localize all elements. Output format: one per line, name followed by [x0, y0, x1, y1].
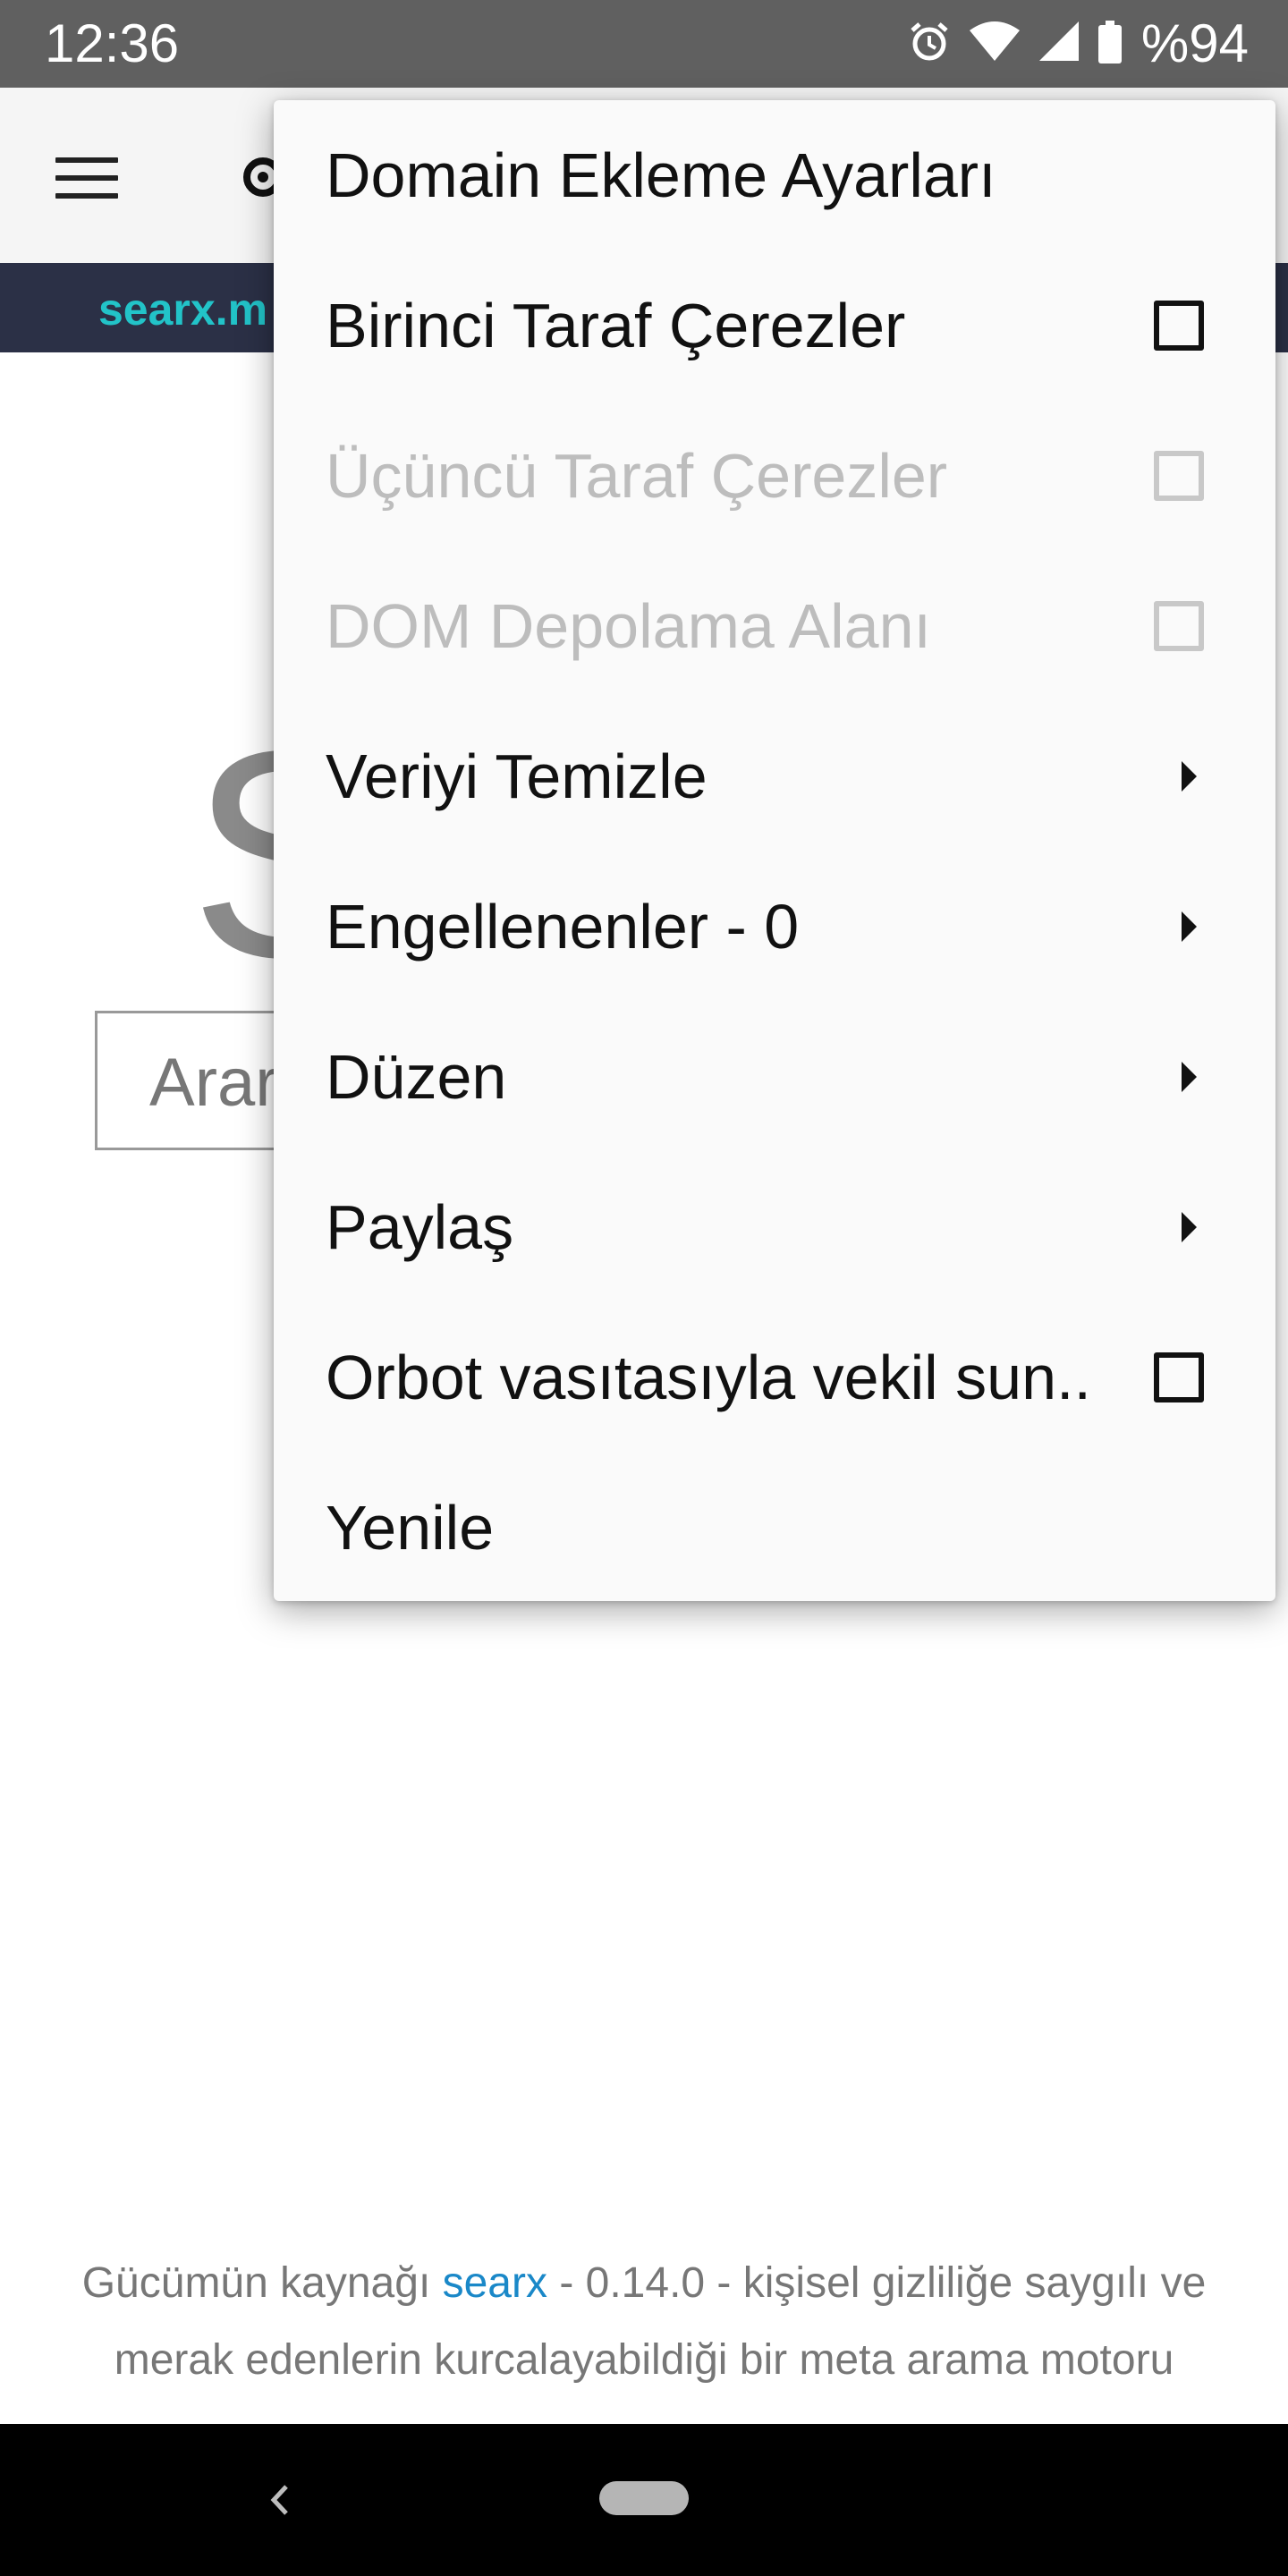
menu-item-clear-data[interactable]: Veriyi Temizle	[274, 701, 1275, 852]
status-time: 12:36	[45, 13, 180, 73]
alarm-icon	[909, 21, 950, 67]
menu-item-refresh[interactable]: Yenile	[274, 1453, 1275, 1603]
menu-item-label: Veriyi Temizle	[326, 741, 708, 811]
url-text[interactable]: searx.m	[98, 284, 267, 335]
menu-item-label: Yenile	[326, 1493, 495, 1563]
menu-item-label: Üçüncü Taraf Çerezler	[326, 441, 948, 511]
submenu-arrow-icon	[1182, 1212, 1197, 1242]
footer-line-1: Gücümün kaynağı searx - 0.14.0 - kişisel…	[0, 2245, 1288, 2322]
third-party-cookies-checkbox	[1154, 451, 1204, 501]
menu-item-label: Orbot vasıtasıyla vekil sun..	[326, 1343, 1091, 1412]
menu-item-blocked[interactable]: Engellenenler - 0	[274, 852, 1275, 1002]
search-placeholder: Arar	[149, 1045, 278, 1121]
navigation-bar	[0, 2424, 1288, 2576]
menu-item-orbot-proxy[interactable]: Orbot vasıtasıyla vekil sun..	[274, 1302, 1275, 1453]
orbot-proxy-checkbox[interactable]	[1154, 1352, 1204, 1402]
first-party-cookies-checkbox[interactable]	[1154, 301, 1204, 351]
battery-percentage: %94	[1140, 13, 1249, 73]
submenu-arrow-icon	[1182, 761, 1197, 792]
submenu-arrow-icon	[1182, 911, 1197, 942]
wifi-icon	[969, 21, 1020, 67]
menu-item-label: DOM Depolama Alanı	[326, 591, 931, 661]
menu-item-dom-storage: DOM Depolama Alanı	[274, 551, 1275, 701]
overflow-menu: Domain Ekleme Ayarları Birinci Taraf Çer…	[274, 100, 1275, 1601]
menu-item-label: Domain Ekleme Ayarları	[326, 140, 996, 210]
menu-item-label: Paylaş	[326, 1192, 514, 1262]
searx-link[interactable]: searx	[443, 2259, 547, 2307]
footer-line-2: merak edenlerin kurcalayabildiği bir met…	[114, 2336, 1174, 2384]
menu-item-edit[interactable]: Düzen	[274, 1002, 1275, 1152]
menu-icon[interactable]	[55, 157, 118, 199]
submenu-arrow-icon	[1182, 1062, 1197, 1092]
menu-item-first-party-cookies[interactable]: Birinci Taraf Çerezler	[274, 250, 1275, 401]
back-icon[interactable]	[259, 2470, 295, 2529]
menu-item-label: Birinci Taraf Çerezler	[326, 291, 906, 360]
dom-storage-checkbox	[1154, 601, 1204, 651]
menu-item-third-party-cookies: Üçüncü Taraf Çerezler	[274, 401, 1275, 551]
status-bar: 12:36 %94	[0, 0, 1288, 88]
home-button[interactable]	[599, 2481, 689, 2515]
footer: Gücümün kaynağı searx - 0.14.0 - kişisel…	[0, 2245, 1288, 2399]
signal-icon	[1038, 21, 1079, 67]
footer-text: Gücümün kaynağı	[81, 2259, 443, 2307]
menu-item-label: Engellenenler - 0	[326, 892, 800, 962]
footer-text: - 0.14.0 - kişisel gizliliğe saygılı ve	[547, 2259, 1207, 2307]
menu-item-label: Düzen	[326, 1042, 507, 1112]
menu-item-share[interactable]: Paylaş	[274, 1152, 1275, 1302]
status-icons: %94	[909, 13, 1249, 75]
battery-icon	[1097, 20, 1122, 68]
menu-item-domain-settings[interactable]: Domain Ekleme Ayarları	[274, 100, 1275, 250]
